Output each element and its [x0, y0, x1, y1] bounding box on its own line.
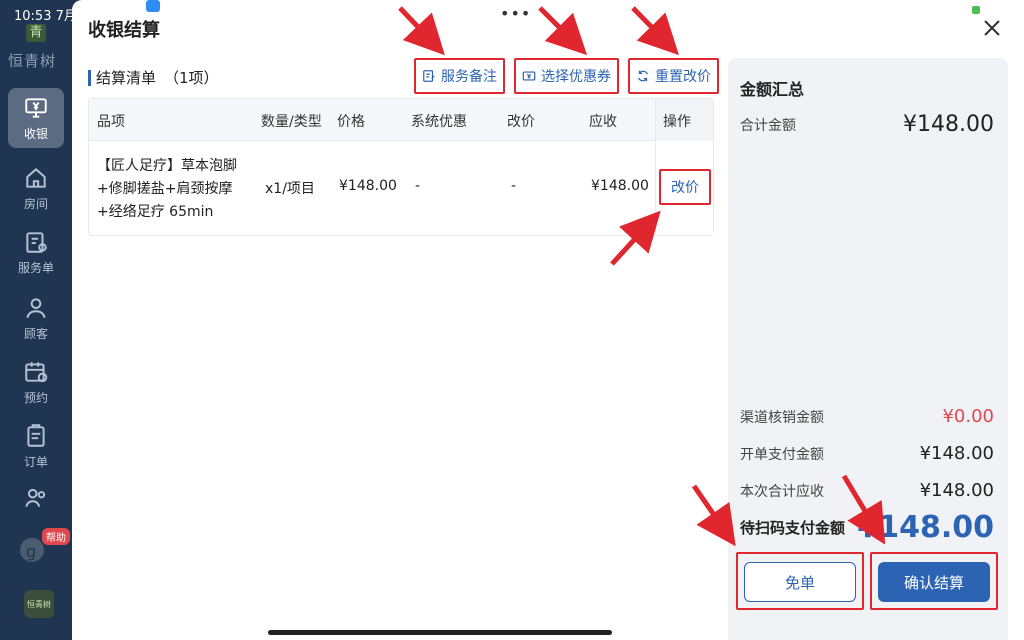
column-header: 应收	[589, 114, 617, 130]
sidebar-item-service-order[interactable]: 服务单	[8, 222, 64, 282]
item-reprice: -	[511, 178, 517, 194]
sidebar-item-label: 服务单	[17, 260, 54, 275]
sidebar-item-customer[interactable]: 顾客	[8, 288, 64, 348]
sidebar-item-staff[interactable]	[8, 480, 64, 520]
scan-pay-row: 待扫码支付金额 ¥148.00	[740, 510, 994, 545]
checkout-dialog: 收银结算 ••• 结算清单 （1项） 服务备注 选择优惠券 重置改价 品项 数量/…	[72, 0, 1024, 640]
reset-price-label: 重置改价	[655, 69, 711, 85]
scan-pay-value: ¥148.00	[857, 510, 994, 545]
order-icon	[27, 423, 45, 447]
total-amount-value: ¥148.00	[903, 112, 994, 137]
users-icon	[25, 488, 46, 507]
sidebar-item-room[interactable]: 房间	[8, 158, 64, 218]
item-name: 【匠人足疗】草本泡脚 +修脚搓盐+肩颈按摩 +经络足疗 65min	[97, 155, 237, 224]
help-button[interactable]: g 帮助	[16, 528, 70, 574]
logo-text: 恒青树	[8, 52, 57, 70]
item-name-line: +经络足疗 65min	[97, 204, 214, 220]
select-coupon-label: 选择优惠券	[541, 69, 611, 85]
item-name-line: +修脚搓盐+肩颈按摩	[97, 181, 233, 197]
confirm-checkout-button[interactable]: 确认结算	[878, 562, 990, 602]
calendar-icon	[25, 361, 48, 382]
item-price: ¥148.00	[339, 178, 397, 194]
item-due: ¥148.00	[591, 178, 649, 194]
brand-logo-icon: 恒青树	[24, 590, 54, 618]
channel-amount-row: 渠道核销金额 ¥0.00	[740, 406, 994, 427]
scan-pay-label: 待扫码支付金额	[740, 519, 846, 537]
status-time: 10:53 7月	[14, 9, 77, 24]
service-remark-button[interactable]: 服务备注	[414, 58, 505, 94]
sidebar-item-label: 顾客	[23, 326, 48, 341]
help-badge: 帮助	[42, 528, 70, 545]
checkout-table: 品项 数量/类型 价格 系统优惠 改价 应收 操作 【匠人足疗】草本泡脚 +修脚…	[88, 98, 714, 236]
column-header: 操作	[663, 114, 691, 130]
free-order-button[interactable]: 免单	[744, 562, 856, 602]
sidebar-item-appointment[interactable]: 预约	[8, 352, 64, 412]
reprice-button[interactable]: 改价	[659, 169, 711, 205]
table-header: 品项 数量/类型 价格 系统优惠 改价 应收 操作	[89, 99, 713, 141]
free-order-highlight: 免单	[736, 552, 864, 610]
sidebar-item-label: 预约	[23, 390, 48, 405]
sidebar: 10:53 7月 青 恒青树 收银 房间 服务单 顾客 预约 订单 g 帮助 恒…	[0, 0, 77, 640]
service-remark-label: 服务备注	[441, 69, 497, 85]
more-icon[interactable]: •••	[500, 4, 531, 23]
this-due-label: 本次合计应收	[740, 483, 824, 500]
channel-amount-label: 渠道核销金额	[740, 409, 824, 426]
sidebar-item-order[interactable]: 订单	[8, 416, 64, 476]
summary-title: 金额汇总	[740, 80, 805, 99]
section-marker	[88, 70, 91, 86]
item-name-line: 【匠人足疗】草本泡脚	[97, 158, 237, 174]
item-discount: -	[415, 178, 421, 194]
sidebar-item-cashier[interactable]: 收银	[8, 88, 64, 148]
section-title: 结算清单 （1项）	[96, 67, 219, 88]
logo-icon: 青	[26, 24, 46, 42]
sidebar-item-label: 订单	[23, 454, 48, 469]
sidebar-item-label: 收银	[23, 126, 48, 141]
total-amount-label: 合计金额	[740, 117, 796, 134]
amount-summary-panel: 金额汇总 合计金额 ¥148.00 渠道核销金额 ¥0.00 开单支付金额 ¥1…	[728, 58, 1008, 640]
this-due-value: ¥148.00	[919, 480, 994, 501]
section-count: （1项）	[164, 69, 219, 87]
open-pay-value: ¥148.00	[919, 443, 994, 464]
home-indicator	[268, 630, 612, 635]
app-indicator-icon	[146, 0, 160, 12]
column-header: 系统优惠	[411, 114, 467, 130]
home-icon	[26, 167, 46, 188]
column-header: 改价	[507, 114, 535, 130]
open-pay-row: 开单支付金额 ¥148.00	[740, 443, 994, 464]
svg-text:g: g	[26, 542, 36, 561]
dialog-title: 收银结算	[88, 20, 160, 41]
reset-price-button[interactable]: 重置改价	[628, 58, 719, 94]
edit-note-icon	[423, 70, 435, 82]
channel-amount-value: ¥0.00	[942, 406, 994, 427]
column-header: 品项	[97, 114, 125, 130]
sidebar-item-label: 房间	[23, 196, 48, 211]
status-indicator-icon	[972, 6, 980, 14]
total-amount-row: 合计金额 ¥148.00	[740, 112, 994, 137]
user-icon	[26, 297, 46, 318]
select-coupon-button[interactable]: 选择优惠券	[514, 58, 619, 94]
close-icon[interactable]	[980, 16, 1004, 40]
item-quantity: x1/项目	[265, 181, 315, 197]
section-title-text: 结算清单	[96, 69, 157, 87]
service-order-icon	[26, 231, 47, 253]
open-pay-label: 开单支付金额	[740, 446, 824, 463]
cashier-icon	[25, 97, 47, 118]
refresh-icon	[638, 70, 648, 82]
table-row: 【匠人足疗】草本泡脚 +修脚搓盐+肩颈按摩 +经络足疗 65min x1/项目 …	[89, 141, 713, 235]
column-header: 数量/类型	[261, 114, 322, 130]
this-due-row: 本次合计应收 ¥148.00	[740, 480, 994, 501]
column-header: 价格	[337, 114, 365, 130]
confirm-checkout-highlight: 确认结算	[870, 552, 998, 610]
coupon-icon	[522, 71, 536, 81]
